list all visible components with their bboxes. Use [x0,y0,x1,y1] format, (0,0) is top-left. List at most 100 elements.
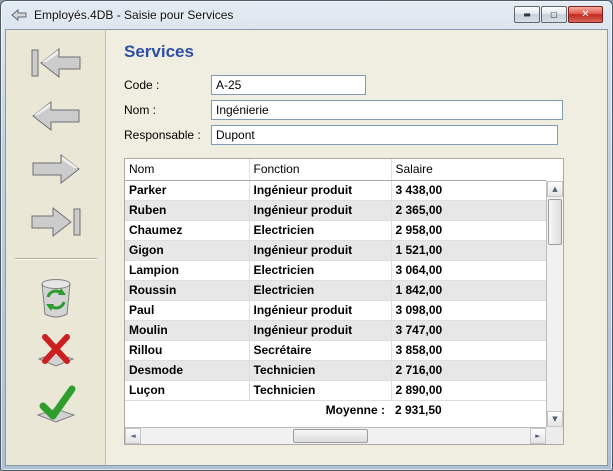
table-footer-row: Moyenne : 2 931,50 [125,400,546,420]
entry-form: Services Code : Nom : Responsable : [107,30,607,465]
table-header-row: Nom Fonction Salaire [125,159,546,180]
close-icon: ✕ [581,10,589,20]
table-row[interactable]: MoulinIngénieur produit3 747,00 [125,320,546,340]
first-record-icon [28,44,84,82]
moyenne-label: Moyenne : [249,400,391,420]
vertical-scrollbar[interactable]: ▲ ▼ [546,181,563,427]
table-row[interactable]: RoussinElectricien1 842,00 [125,280,546,300]
toolbar-separator [15,258,97,260]
column-header-nom[interactable]: Nom [125,159,249,180]
last-record-button[interactable] [20,199,92,245]
table-cell: Parker [125,180,249,200]
table-cell: Electricien [249,220,391,240]
scroll-left-button[interactable]: ◄ [125,428,141,444]
table-cell: Electricien [249,280,391,300]
delete-record-button[interactable] [20,272,92,322]
previous-record-button[interactable] [20,93,92,139]
table-cell: Ingénieur produit [249,320,391,340]
window-title: Employés.4DB - Saisie pour Services [34,8,233,22]
window-content: Services Code : Nom : Responsable : [5,29,608,466]
app-window: Employés.4DB - Saisie pour Services ▬ ▢ … [0,0,613,471]
scroll-down-button[interactable]: ▼ [547,411,563,427]
table-row[interactable]: LuçonTechnicien2 890,00 [125,380,546,400]
horizontal-scrollbar[interactable]: ◄ ► [125,427,546,444]
titlebar[interactable]: Employés.4DB - Saisie pour Services ▬ ▢ … [1,1,612,28]
table-cell: Luçon [125,380,249,400]
table-row[interactable]: ChaumezElectricien2 958,00 [125,220,546,240]
scroll-up-button[interactable]: ▲ [547,181,563,197]
table-cell: Ruben [125,200,249,220]
trash-recycle-icon [33,273,79,321]
close-button[interactable]: ✕ [568,6,603,23]
nom-label: Nom : [124,103,211,117]
maximize-icon: ▢ [550,11,558,19]
employees-table: Nom Fonction Salaire ParkerIngénieur pro… [124,158,564,445]
table-row[interactable]: GigonIngénieur produit1 521,00 [125,240,546,260]
next-record-button[interactable] [20,146,92,192]
vertical-scroll-thumb[interactable] [548,199,562,245]
maximize-button[interactable]: ▢ [541,6,567,23]
table-row[interactable]: ParkerIngénieur produit3 438,00 [125,180,546,200]
table-cell: 2 716,00 [391,360,546,380]
responsable-label: Responsable : [124,128,211,142]
validate-button[interactable] [20,380,92,430]
table-cell: Moulin [125,320,249,340]
table-row[interactable]: LampionElectricien3 064,00 [125,260,546,280]
last-record-icon [28,203,84,241]
table-cell: Technicien [249,380,391,400]
red-cross-icon [34,330,78,372]
moyenne-value: 2 931,50 [391,400,546,420]
footer-empty-cell [125,400,249,420]
table-row[interactable]: PaulIngénieur produit3 098,00 [125,300,546,320]
table-cell: Gigon [125,240,249,260]
table-cell: Technicien [249,360,391,380]
window-controls: ▬ ▢ ✕ [514,6,603,23]
column-header-fonction[interactable]: Fonction [249,159,391,180]
column-header-salaire[interactable]: Salaire [391,159,546,180]
code-input[interactable] [211,75,366,95]
table-cell: 2 890,00 [391,380,546,400]
scroll-up-icon: ▲ [552,185,557,193]
minimize-button[interactable]: ▬ [514,6,540,23]
table-row[interactable]: RillouSecrétaire3 858,00 [125,340,546,360]
responsable-field-row: Responsable : [124,125,607,145]
scrollbar-corner [546,427,563,444]
table-cell: Ingénieur produit [249,200,391,220]
table-cell: Desmode [125,360,249,380]
code-field-row: Code : [124,75,607,95]
code-label: Code : [124,78,211,92]
scroll-down-icon: ▼ [552,415,557,423]
table-cell: Chaumez [125,220,249,240]
table-cell: Ingénieur produit [249,300,391,320]
table-cell: Paul [125,300,249,320]
table-cell: Secrétaire [249,340,391,360]
first-record-button[interactable] [20,40,92,86]
table-cell: 2 365,00 [391,200,546,220]
table-row[interactable]: DesmodeTechnicien2 716,00 [125,360,546,380]
table-cell: 3 098,00 [391,300,546,320]
horizontal-scroll-thumb[interactable] [293,429,368,443]
responsable-input[interactable] [211,125,558,145]
next-record-icon [28,150,84,188]
scroll-right-icon: ► [535,432,540,440]
green-check-icon [32,383,80,427]
nom-input[interactable] [211,100,563,120]
table-cell: 1 521,00 [391,240,546,260]
table-cell: 1 842,00 [391,280,546,300]
scroll-left-icon: ◄ [130,432,135,440]
page-title: Services [124,42,607,62]
scroll-right-button[interactable]: ► [530,428,546,444]
record-toolbar [6,30,106,465]
minimize-icon: ▬ [523,11,531,19]
table-cell: 2 958,00 [391,220,546,240]
previous-record-icon [28,97,84,135]
table-body: ParkerIngénieur produit3 438,00RubenIngé… [125,180,546,400]
table-row[interactable]: RubenIngénieur produit2 365,00 [125,200,546,220]
table-cell: 3 064,00 [391,260,546,280]
table-cell: 3 438,00 [391,180,546,200]
table-cell: Roussin [125,280,249,300]
nom-field-row: Nom : [124,100,607,120]
cancel-button[interactable] [20,326,92,376]
table-cell: Lampion [125,260,249,280]
employees-grid: Nom Fonction Salaire ParkerIngénieur pro… [125,159,546,420]
